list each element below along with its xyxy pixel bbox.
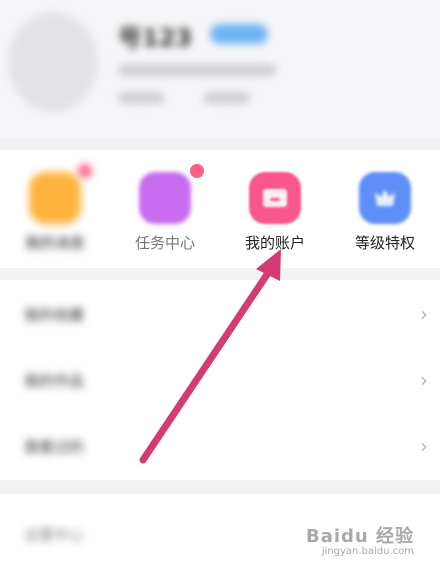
shortcut-label: 我的账户 bbox=[244, 234, 305, 252]
menu-list: 我的收藏 › 我的作品 › 我看过的 › bbox=[0, 280, 440, 480]
calendar-check-icon bbox=[139, 172, 191, 224]
list-item-label: 我看过的 bbox=[24, 438, 85, 456]
message-icon bbox=[29, 172, 81, 224]
vip-badge bbox=[210, 24, 268, 44]
profile-header[interactable]: 号123 bbox=[0, 0, 440, 138]
shortcut-my-account[interactable]: 我的账户 bbox=[220, 150, 330, 268]
folder-icon bbox=[249, 172, 301, 224]
list-item-label: 我的收藏 bbox=[24, 306, 85, 324]
shortcut-messages[interactable]: 我的消息 bbox=[0, 150, 110, 268]
chevron-right-icon: › bbox=[420, 368, 428, 392]
profile-meta-1 bbox=[118, 92, 164, 104]
shortcut-task-center[interactable]: 任务中心 bbox=[110, 150, 220, 268]
notification-dot bbox=[190, 164, 204, 178]
shortcut-level-privileges[interactable]: 等级特权 bbox=[330, 150, 440, 268]
profile-subtitle bbox=[118, 64, 276, 76]
avatar[interactable] bbox=[8, 12, 98, 112]
shortcut-label: 等级特权 bbox=[354, 234, 415, 252]
chevron-right-icon: › bbox=[420, 302, 428, 326]
watermark-url: jingyan.baidu.com bbox=[321, 546, 414, 557]
list-item[interactable]: 我的作品 › bbox=[0, 348, 440, 414]
shortcut-label: 我的消息 bbox=[24, 234, 85, 252]
list-item[interactable]: 我的收藏 › bbox=[0, 282, 440, 348]
shortcut-grid: 我的消息 任务中心 我的账户 等级特权 bbox=[0, 150, 440, 268]
profile-meta-2 bbox=[204, 92, 250, 104]
list-item-label: 设置中心 bbox=[24, 526, 85, 544]
notification-dot bbox=[78, 164, 92, 178]
crown-icon bbox=[359, 172, 411, 224]
list-item[interactable]: 我看过的 › bbox=[0, 414, 440, 480]
watermark: Baidu 经验 bbox=[305, 526, 414, 547]
chevron-right-icon: › bbox=[420, 434, 428, 458]
list-item-label: 我的作品 bbox=[24, 372, 85, 390]
shortcut-label: 任务中心 bbox=[134, 234, 195, 252]
profile-name: 号123 bbox=[118, 24, 193, 52]
